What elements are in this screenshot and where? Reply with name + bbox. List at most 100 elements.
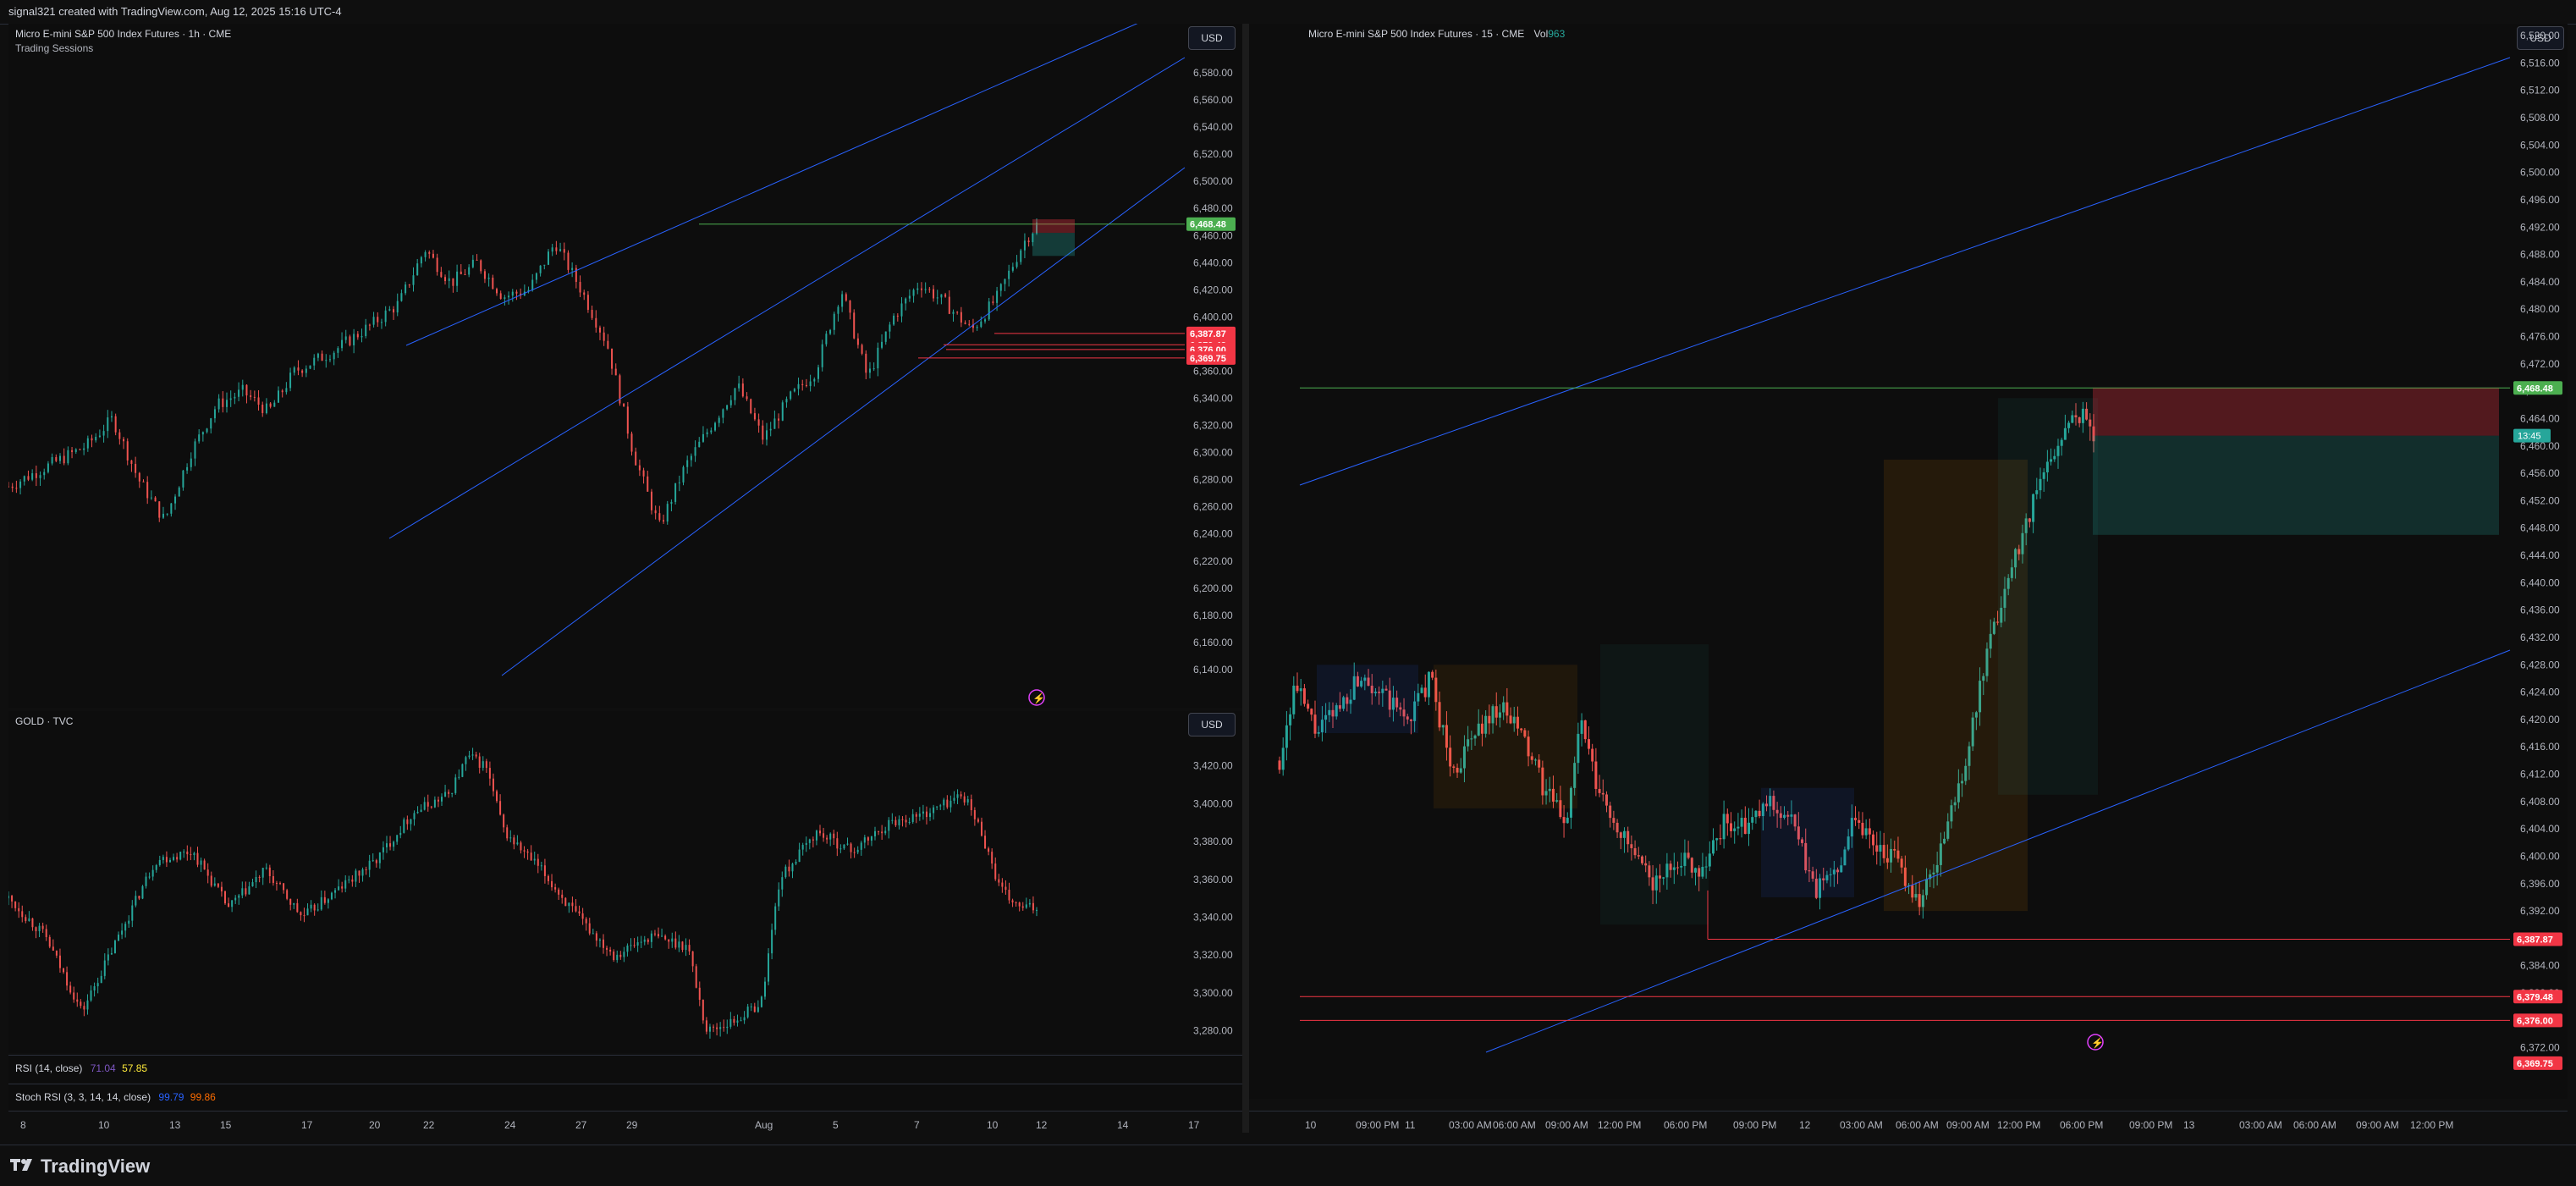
candle-body [19, 481, 22, 488]
candle-body [138, 472, 140, 482]
stoch-rsi-value-2: 99.86 [190, 1091, 216, 1103]
candle-body [795, 862, 797, 864]
candle-body [178, 487, 180, 497]
candle-body [911, 814, 914, 823]
candle-body [344, 336, 347, 340]
es-1h-chart[interactable]: 6,580.00 6,560.00 6,540.00 6,520.00 6,500.00… [8, 24, 1242, 708]
candle-body [591, 309, 593, 318]
candle-body [788, 866, 790, 872]
candle-body [953, 797, 955, 801]
rsi-pane[interactable]: RSI (14, close) 71.04 57.85 [8, 1055, 1242, 1083]
candle-body [762, 425, 764, 440]
candle-body [670, 501, 673, 505]
candle-body [1011, 267, 1014, 271]
candle-body [595, 933, 597, 941]
stoch-rsi-pane[interactable]: Stoch RSI (3, 3, 14, 14, close) 99.79 99… [8, 1084, 1242, 1112]
candle-body [155, 864, 157, 870]
candle-body [250, 395, 252, 397]
y-tick-label: 6,500.00 [2520, 167, 2560, 179]
candle-body [539, 265, 542, 273]
candle-body [1313, 714, 1317, 734]
candle-body [128, 920, 130, 924]
candle-body [399, 832, 402, 836]
candle-body [448, 278, 450, 281]
candle-body [1875, 845, 1879, 852]
candle-body [313, 357, 316, 366]
candle-body [726, 1026, 729, 1029]
candle-body [268, 867, 271, 876]
candle-body [588, 923, 591, 934]
y-tick-label: 6,520.00 [1193, 148, 1233, 160]
candle-body [113, 941, 116, 953]
candle-body [355, 870, 357, 882]
candle-body [464, 273, 466, 275]
candle-body [190, 458, 192, 467]
y-tick-label: 6,428.00 [2520, 659, 2560, 670]
es-15m-pane[interactable]: Micro E-mini S&P 500 Index Futures · 15 … [1249, 24, 2568, 1099]
es-15m-chart[interactable]: 6,520.00 6,516.00 6,512.00 6,508.00 6,504.00… [1249, 24, 2568, 1099]
candle-body [375, 860, 377, 863]
candle-body [860, 842, 862, 850]
candle-body [551, 247, 553, 252]
candle-body [365, 869, 367, 871]
candle-body [948, 296, 950, 314]
candle-body [586, 295, 589, 310]
candle-body [444, 277, 447, 281]
candle-body [186, 466, 189, 471]
candle-body [1285, 725, 1288, 748]
right-time-axis[interactable]: 10 09:00 PM 11 03:00 AM 06:00 AM 09:00 AM 12:0… [1249, 1111, 2568, 1137]
candle-body [91, 438, 93, 441]
candle-body [71, 450, 74, 452]
candle-body [853, 312, 856, 339]
candle-body [420, 809, 422, 813]
candle-body [1726, 814, 1729, 824]
candle-body [1278, 760, 1281, 770]
candle-body [746, 1007, 749, 1018]
rsi-label: RSI (14, close) [15, 1062, 83, 1074]
y-tick-label: 6,480.00 [2520, 303, 2560, 315]
candle-body [48, 936, 51, 947]
candle-body [378, 852, 381, 863]
x-tick-label: Aug [755, 1119, 773, 1131]
candle-body [1737, 826, 1740, 829]
gold-chart[interactable]: 3,420.00 3,400.00 3,380.00 3,360.00 3,340.00… [8, 711, 1242, 1053]
candle-body [881, 831, 883, 834]
left-time-axis[interactable]: 8 10 13 15 17 20 22 24 27 29 Aug 5 7 10 12 14 17 [8, 1111, 1242, 1137]
tradingview-logo[interactable]: TradingView [10, 1156, 150, 1178]
candle-body [850, 843, 852, 852]
y-tick-label: 6,416.00 [2520, 741, 2560, 753]
candle-body [682, 466, 685, 483]
candle-body [96, 983, 99, 987]
x-tick-label: 12 [1799, 1119, 1811, 1131]
candle-body [150, 497, 152, 499]
candle-body [353, 334, 355, 345]
candle-body [905, 298, 907, 304]
candle-body [793, 389, 795, 392]
rsi-value-2: 57.85 [122, 1062, 148, 1074]
x-tick-label: 09:00 PM [2129, 1119, 2172, 1131]
y-tick-label: 6,460.00 [1193, 229, 1233, 241]
candle-body [705, 1020, 707, 1032]
y-tick-label: 6,200.00 [1193, 582, 1233, 594]
price-badge-label: 6,387.87 [1190, 329, 1226, 339]
candle-body [1302, 688, 1306, 704]
candle-body [475, 754, 477, 757]
gold-pane[interactable]: GOLD · TVC USD 3,420.00 3,400.00 3,380.00 3… [8, 711, 1242, 1053]
candle-body [198, 434, 201, 442]
y-tick-label: 6,180.00 [1193, 610, 1233, 621]
candle-body [325, 360, 328, 361]
candle-body [321, 353, 323, 361]
candle-body [1004, 279, 1006, 284]
pane-separator[interactable] [1242, 24, 1249, 1133]
candle-body [833, 313, 835, 330]
candle-body [368, 860, 371, 870]
candle-body [889, 324, 891, 332]
candle-body [643, 939, 646, 942]
y-tick-label: 6,520.00 [2520, 30, 2560, 41]
candle-body [740, 1020, 742, 1022]
candle-body [815, 830, 817, 841]
x-tick-label: 10 [987, 1119, 999, 1131]
es-1h-pane[interactable]: Micro E-mini S&P 500 Index Futures · 1h … [8, 24, 1242, 708]
x-tick-label: 06:00 AM [1896, 1119, 1939, 1131]
candle-body [836, 838, 839, 849]
